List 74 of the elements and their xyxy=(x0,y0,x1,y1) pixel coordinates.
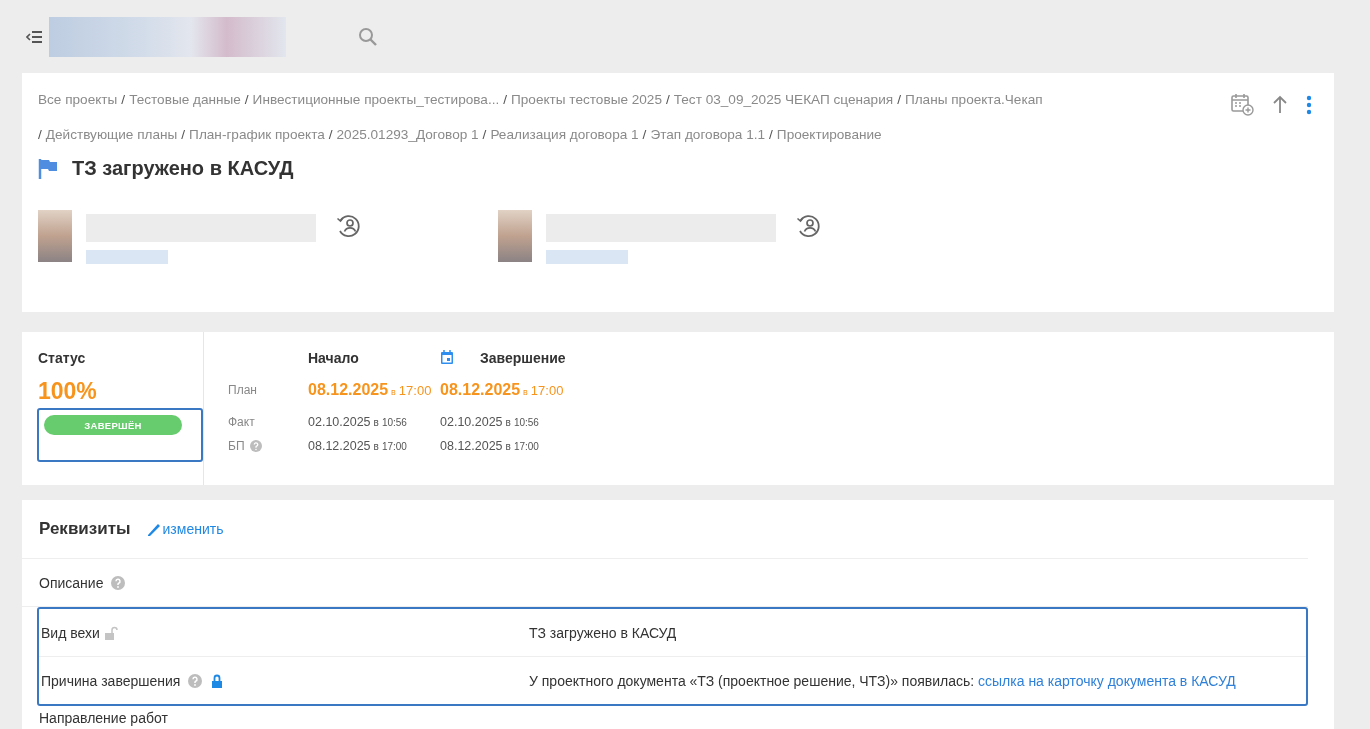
edit-link[interactable]: изменить xyxy=(146,521,224,537)
search-icon[interactable] xyxy=(358,27,377,46)
field-value: У проектного документа «ТЗ (проектное решение, ЧТЗ)» появилась: ссылка на карточку документа в КАСУД xyxy=(529,672,1236,689)
breadcrumb-link[interactable]: Все проекты xyxy=(38,91,118,107)
field-label: Причина завершения xyxy=(41,672,181,689)
time-prefix: в xyxy=(373,417,379,428)
help-icon[interactable] xyxy=(111,575,126,590)
more-options-icon[interactable] xyxy=(1306,94,1312,115)
breadcrumb-separator: / xyxy=(642,126,647,142)
column-header: Начало xyxy=(308,350,360,368)
calendar-add-icon[interactable] xyxy=(1231,93,1254,116)
column-header: Завершение xyxy=(480,350,567,368)
breadcrumb-link[interactable]: Тестовые данные xyxy=(129,91,241,107)
section-title: Реквизиты xyxy=(39,519,131,539)
row-label: Факт xyxy=(228,415,255,429)
breadcrumb-link[interactable]: Этап договора 1.1 xyxy=(650,126,766,142)
breadcrumb-link[interactable]: Действующие планы xyxy=(45,126,178,142)
time-prefix: в xyxy=(523,387,528,397)
breadcrumb-separator: / xyxy=(482,126,487,142)
date-text: 08.12.2025 xyxy=(308,381,389,399)
date-text: 08.12.2025 xyxy=(308,439,371,453)
avatar-placeholder xyxy=(498,210,532,262)
breadcrumb-link[interactable]: Проекты тестовые 2025 xyxy=(511,91,662,107)
breadcrumb-separator: / xyxy=(244,91,249,107)
avatar-placeholder xyxy=(38,210,72,262)
time-prefix: в xyxy=(391,387,396,397)
user-history-icon[interactable] xyxy=(336,212,362,238)
breadcrumb-link[interactable]: Инвестиционные проекты_тестирова... xyxy=(252,91,500,107)
calendar-icon[interactable] xyxy=(440,350,454,364)
breadcrumb-separator: / xyxy=(181,126,186,142)
status-badge: ЗАВЕРШЁН xyxy=(44,415,182,435)
time-prefix: в xyxy=(505,441,511,452)
breadcrumb-link[interactable]: План-график проекта xyxy=(189,126,325,142)
time-text: 17:00 xyxy=(513,441,539,452)
breadcrumb-link[interactable]: Проектирование xyxy=(776,126,882,142)
breadcrumb-separator: / xyxy=(121,91,126,107)
progress-percent: 100% xyxy=(38,378,98,405)
arrow-up-icon[interactable] xyxy=(1272,95,1288,114)
breadcrumb-separator: / xyxy=(38,126,42,142)
field-value: ТЗ загружено в КАСУД xyxy=(529,624,677,641)
date-text: 08.12.2025 xyxy=(440,439,503,453)
date-text: 02.10.2025 xyxy=(308,415,371,429)
breadcrumb-separator: / xyxy=(769,126,773,142)
document-link[interactable]: ссылка на карточку документа в КАСУД xyxy=(978,672,1236,689)
time-prefix: в xyxy=(373,441,379,452)
date-text: 08.12.2025 xyxy=(440,381,521,399)
user-history-icon[interactable] xyxy=(796,212,822,238)
field-label: Описание xyxy=(39,574,104,591)
time-text: 17:00 xyxy=(398,383,432,398)
breadcrumb-link[interactable]: Планы проекта.Чекап xyxy=(904,91,1043,107)
breadcrumb-separator: / xyxy=(897,91,901,107)
help-icon[interactable] xyxy=(249,440,262,452)
row-label: БП xyxy=(228,439,245,453)
field-label: Вид вехи xyxy=(41,624,100,641)
breadcrumb-link[interactable]: Реализация договора 1 xyxy=(490,126,639,142)
flag-icon xyxy=(38,157,58,180)
menu-collapse-icon[interactable] xyxy=(26,29,43,44)
time-text: 10:56 xyxy=(381,417,407,428)
time-text: 10:56 xyxy=(513,417,539,428)
milestone-title: ТЗ загружено в КАСУД xyxy=(72,157,294,180)
help-icon[interactable] xyxy=(188,673,203,688)
breadcrumb-separator: / xyxy=(666,91,670,107)
field-label: Направление работ xyxy=(39,710,168,726)
breadcrumb-separator: / xyxy=(328,126,333,142)
pencil-icon xyxy=(146,521,161,537)
time-text: 17:00 xyxy=(381,441,407,452)
breadcrumb-link[interactable]: Тест 03_09_2025 ЧЕКАП сценария xyxy=(673,91,894,107)
row-label: План xyxy=(228,383,257,397)
breadcrumb-separator: / xyxy=(503,91,507,107)
status-label: Статус xyxy=(38,350,87,366)
time-text: 17:00 xyxy=(530,383,564,398)
time-prefix: в xyxy=(505,417,511,428)
breadcrumb-link[interactable]: 2025.01293_Договор 1 xyxy=(336,126,479,142)
date-text: 02.10.2025 xyxy=(440,415,503,429)
